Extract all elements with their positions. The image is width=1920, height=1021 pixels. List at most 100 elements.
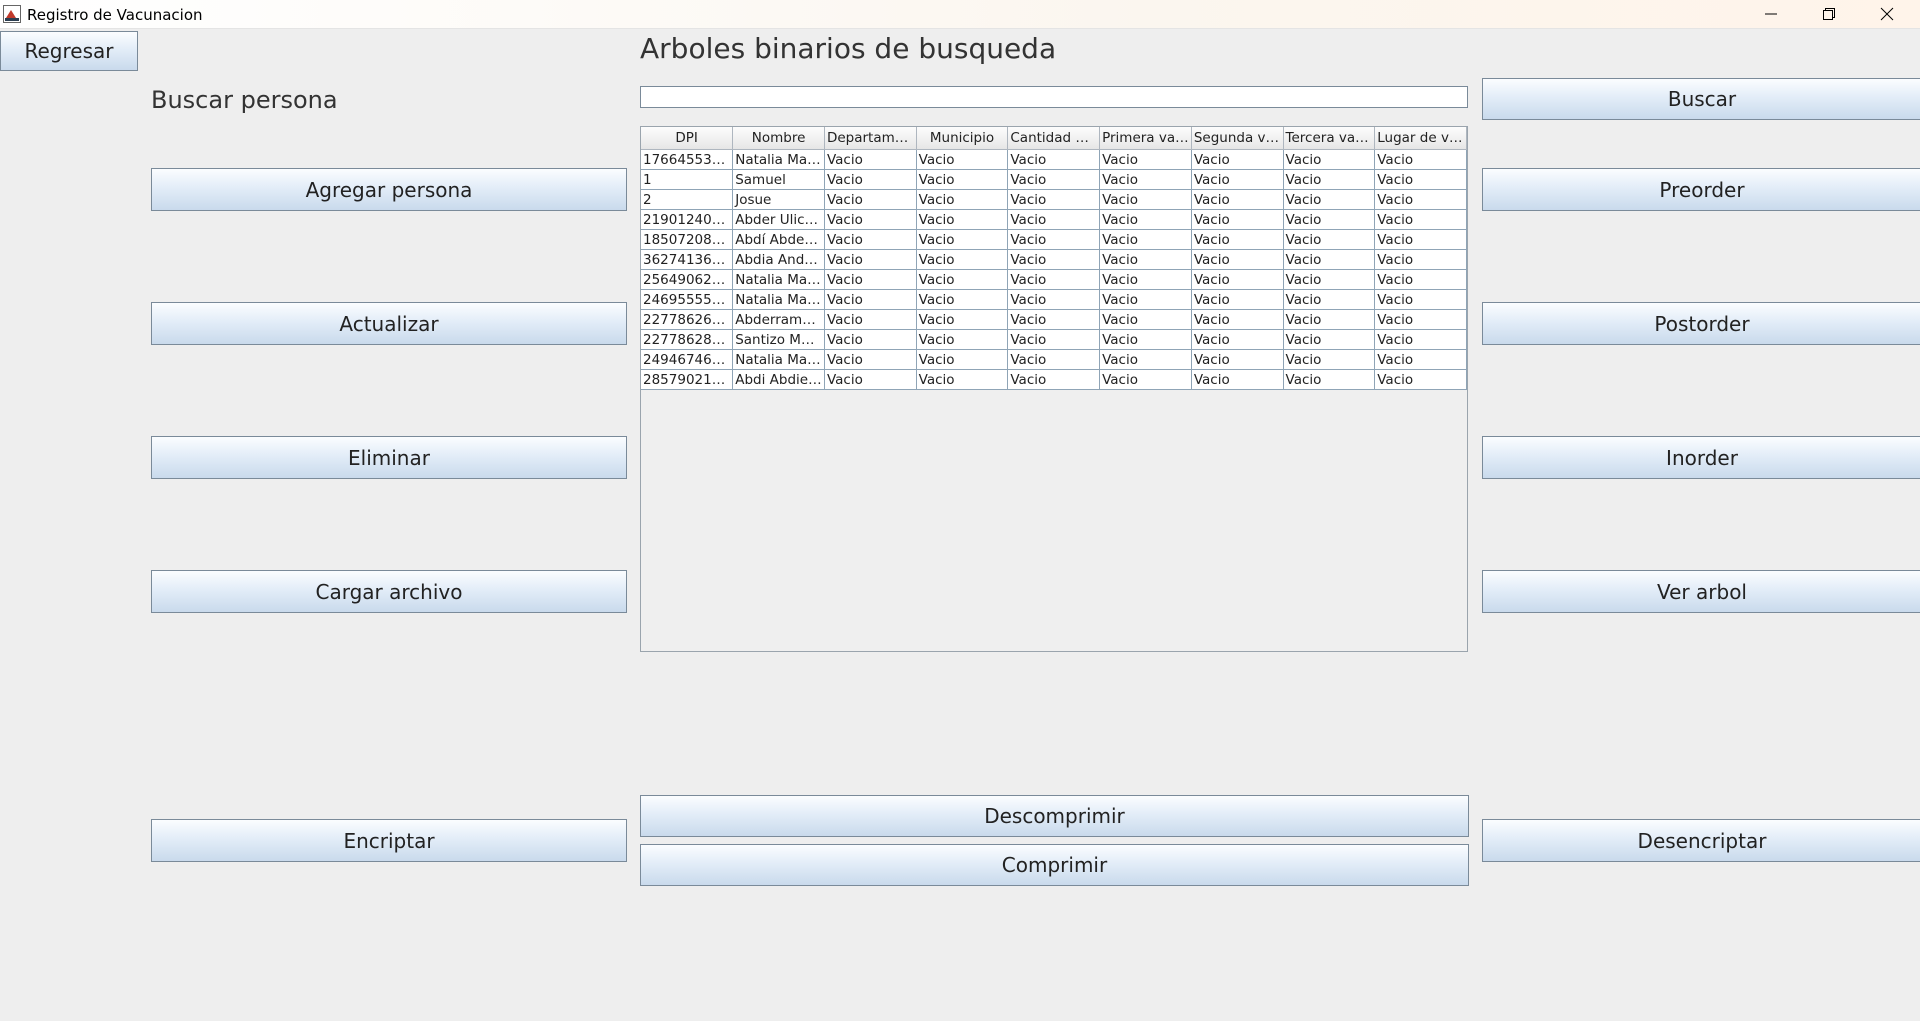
search-button[interactable]: Buscar [1482,78,1920,120]
table-cell[interactable]: Vacio [1099,369,1192,390]
table-cell[interactable]: Vacio [1099,149,1192,170]
table-cell[interactable]: Vacio [1099,269,1192,290]
table-cell[interactable]: Natalia Matz... [732,349,825,370]
table-cell[interactable]: Vacio [824,309,917,330]
table-row[interactable]: 3627413600... Abdia Andre... Vacio Vacio Vac… [641,249,1467,270]
minimize-icon[interactable] [1742,0,1800,28]
table-cell[interactable]: Vacio [1283,209,1376,230]
table-cell[interactable]: Josue [732,189,825,210]
table-cell[interactable]: Vacio [916,249,1009,270]
table-cell[interactable]: Vacio [1283,309,1376,330]
table-cell[interactable]: Vacio [1374,189,1467,210]
table-cell[interactable]: Vacio [916,269,1009,290]
table-cell[interactable]: Vacio [1283,329,1376,350]
table-cell[interactable]: Vacio [1191,149,1284,170]
table-cell[interactable]: 1850720890... [641,229,734,250]
compress-button[interactable]: Comprimir [640,844,1469,886]
table-cell[interactable]: Vacio [1374,309,1467,330]
table-row[interactable]: 2469555540... Natalia Matil... Vacio Vacio V… [641,289,1467,310]
column-header-nombre[interactable]: Nombre [732,127,825,150]
table-cell[interactable]: Vacio [1191,369,1284,390]
table-cell[interactable]: Vacio [1099,209,1192,230]
column-header-lugar[interactable]: Lugar de va... [1374,127,1467,150]
table-cell[interactable]: Vacio [1374,369,1467,390]
table-cell[interactable]: Vacio [1283,229,1376,250]
table-cell[interactable]: Vacio [1283,249,1376,270]
column-header-tercera[interactable]: Tercera vac... [1283,127,1376,150]
table-cell[interactable]: Vacio [1283,289,1376,310]
table-cell[interactable]: Abder Ulice... [732,209,825,230]
table-cell[interactable]: Vacio [1283,149,1376,170]
load-file-button[interactable]: Cargar archivo [151,570,627,613]
close-icon[interactable] [1858,0,1916,28]
table-cell[interactable]: Vacio [1191,249,1284,270]
table-cell[interactable]: Vacio [1191,209,1284,230]
table-cell[interactable]: Vacio [1191,289,1284,310]
table-cell[interactable]: Vacio [824,269,917,290]
table-cell[interactable]: Vacio [824,169,917,190]
table-cell[interactable]: Vacio [1099,329,1192,350]
preorder-button[interactable]: Preorder [1482,168,1920,211]
column-header-cantidad[interactable]: Cantidad de... [1007,127,1101,150]
table-row[interactable]: 1850720890... Abdí Abdeel ... Vacio Vacio Va… [641,229,1467,250]
table-cell[interactable]: Vacio [1191,329,1284,350]
people-table[interactable]: DPI Nombre Departame... Municipio Cantid… [641,127,1467,390]
table-cell[interactable]: Vacio [1283,169,1376,190]
delete-button[interactable]: Eliminar [151,436,627,479]
table-cell[interactable]: 2469555540... [641,289,734,310]
table-cell[interactable]: Vacio [1099,189,1192,210]
table-cell[interactable]: Vacio [1007,149,1101,170]
update-button[interactable]: Actualizar [151,302,627,345]
table-cell[interactable]: 3627413600... [641,249,734,270]
table-cell[interactable]: Natalia Mau... [732,149,825,170]
add-person-button[interactable]: Agregar persona [151,168,627,211]
table-row[interactable]: 2857902180... Abdi Abdiel ... Vacio Vacio Va… [641,369,1467,390]
table-cell[interactable]: Vacio [1007,169,1101,190]
table-cell[interactable]: Vacio [1099,289,1192,310]
decompress-button[interactable]: Descomprimir [640,795,1469,837]
table-cell[interactable]: Vacio [1007,269,1101,290]
table-cell[interactable]: Vacio [824,209,917,230]
table-cell[interactable]: Vacio [1191,169,1284,190]
table-cell[interactable]: Vacio [916,369,1009,390]
table-cell[interactable]: Vacio [916,229,1009,250]
table-cell[interactable]: Vacio [1374,169,1467,190]
table-cell[interactable]: Vacio [1191,229,1284,250]
column-header-departamento[interactable]: Departame... [824,127,917,150]
table-cell[interactable]: Abdi Abdiel ... [732,369,825,390]
table-cell[interactable]: Abderramán... [732,309,825,330]
table-cell[interactable]: Vacio [1007,229,1101,250]
table-cell[interactable]: Vacio [1007,209,1101,230]
table-cell[interactable]: 1 [641,169,734,190]
table-cell[interactable]: Vacio [916,209,1009,230]
view-tree-button[interactable]: Ver arbol [1482,570,1920,613]
table-cell[interactable]: 2277862620... [641,309,734,330]
table-cell[interactable]: Santizo Mod... [732,329,825,350]
inorder-button[interactable]: Inorder [1482,436,1920,479]
table-cell[interactable]: Vacio [916,309,1009,330]
table-cell[interactable]: Vacio [916,289,1009,310]
table-cell[interactable]: 2494674610... [641,349,734,370]
table-cell[interactable]: Vacio [824,329,917,350]
table-cell[interactable]: 2857902180... [641,369,734,390]
table-cell[interactable]: Vacio [824,369,917,390]
table-cell[interactable]: Vacio [1007,289,1101,310]
postorder-button[interactable]: Postorder [1482,302,1920,345]
table-cell[interactable]: Vacio [824,229,917,250]
table-cell[interactable]: Vacio [824,289,917,310]
search-input[interactable] [640,86,1468,108]
table-row[interactable]: 2190124071... Abder Ulice... Vacio Vacio Vac… [641,209,1467,230]
table-cell[interactable]: 2564906271... [641,269,734,290]
table-cell[interactable]: Vacio [824,149,917,170]
table-cell[interactable]: Vacio [916,189,1009,210]
column-header-segunda[interactable]: Segunda va... [1191,127,1284,150]
table-row[interactable]: 2494674610... Natalia Matz... Vacio Vacio Va… [641,349,1467,370]
table-cell[interactable]: Vacio [1099,249,1192,270]
table-cell[interactable]: Vacio [824,349,917,370]
table-cell[interactable]: Vacio [1191,349,1284,370]
table-cell[interactable]: Natalia Matil... [732,289,825,310]
table-cell[interactable]: Vacio [1374,349,1467,370]
table-cell[interactable]: Vacio [916,329,1009,350]
table-row[interactable]: 2277862620... Abderramán... Vacio Vacio Vaci… [641,309,1467,330]
table-row[interactable]: 2277862820... Santizo Mod... Vacio Vacio Vac… [641,329,1467,350]
